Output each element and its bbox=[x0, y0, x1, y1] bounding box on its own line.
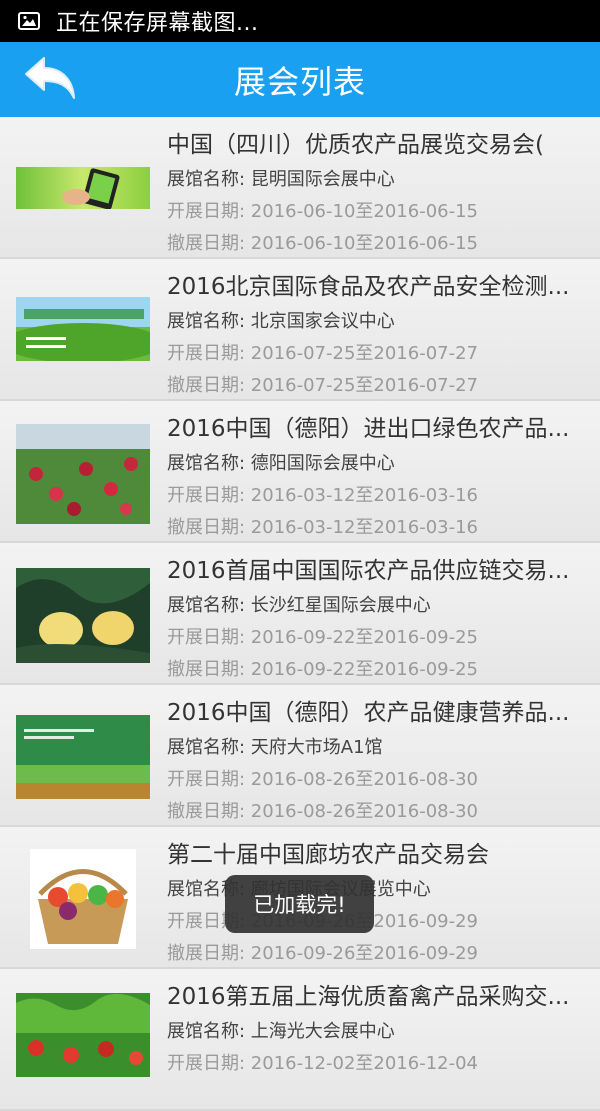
item-venue: 展馆名称: 长沙红星国际会展中心 bbox=[167, 595, 431, 616]
item-venue: 展馆名称: 昆明国际会展中心 bbox=[167, 169, 395, 190]
item-venue: 展馆名称: 上海光大会展中心 bbox=[167, 1021, 395, 1042]
item-thumbnail bbox=[16, 993, 150, 1077]
status-bar: 正在保存屏幕截图... bbox=[0, 0, 600, 42]
item-end-date: 撤展日期: 2016-06-10至2016-06-15 bbox=[167, 233, 479, 254]
page-title: 展会列表 bbox=[233, 62, 366, 101]
image-icon bbox=[18, 12, 40, 30]
list-item[interactable]: 2016中国（德阳）农产品健康营养品... 展馆名称: 天府大市场A1馆 开展日… bbox=[0, 685, 600, 827]
item-end-date: 撤展日期: 2016-08-26至2016-08-30 bbox=[167, 801, 479, 822]
back-button[interactable] bbox=[22, 54, 80, 104]
status-notification-text: 正在保存屏幕截图... bbox=[56, 11, 259, 36]
item-start-date: 开展日期: 2016-06-10至2016-06-15 bbox=[167, 201, 479, 222]
list-item[interactable]: 2016中国（德阳）进出口绿色农产品... 展馆名称: 德阳国际会展中心 开展日… bbox=[0, 401, 600, 543]
item-start-date: 开展日期: 2016-07-25至2016-07-27 bbox=[167, 343, 479, 364]
back-arrow-icon bbox=[25, 57, 75, 99]
item-title: 2016北京国际食品及农产品安全检测... bbox=[167, 274, 570, 300]
item-thumbnail bbox=[16, 167, 150, 209]
item-venue: 展馆名称: 天府大市场A1馆 bbox=[167, 737, 383, 758]
list-item[interactable]: 2016首届中国国际农产品供应链交易... 展馆名称: 长沙红星国际会展中心 开… bbox=[0, 543, 600, 685]
item-title: 第二十届中国廊坊农产品交易会 bbox=[167, 842, 489, 868]
item-thumbnail bbox=[16, 424, 150, 524]
item-end-date: 撤展日期: 2016-09-26至2016-09-29 bbox=[167, 943, 479, 964]
item-start-date: 开展日期: 2016-09-22至2016-09-25 bbox=[167, 627, 479, 648]
item-thumbnail bbox=[16, 715, 150, 799]
item-venue: 展馆名称: 德阳国际会展中心 bbox=[167, 453, 395, 474]
toast-message: 已加载完! bbox=[225, 875, 374, 933]
item-title: 2016中国（德阳）农产品健康营养品... bbox=[167, 700, 570, 726]
list-item[interactable]: 2016北京国际食品及农产品安全检测... 展馆名称: 北京国家会议中心 开展日… bbox=[0, 259, 600, 401]
item-thumbnail bbox=[16, 568, 150, 663]
item-venue: 展馆名称: 北京国家会议中心 bbox=[167, 311, 395, 332]
item-title: 2016首届中国国际农产品供应链交易... bbox=[167, 558, 570, 584]
item-start-date: 开展日期: 2016-12-02至2016-12-04 bbox=[167, 1053, 479, 1074]
item-end-date: 撤展日期: 2016-09-22至2016-09-25 bbox=[167, 659, 479, 680]
list-item[interactable]: 中国（四川）优质农产品展览交易会( 展馆名称: 昆明国际会展中心 开展日期: 2… bbox=[0, 117, 600, 259]
item-start-date: 开展日期: 2016-08-26至2016-08-30 bbox=[167, 769, 479, 790]
item-title: 2016第五届上海优质畜禽产品采购交... bbox=[167, 984, 570, 1010]
item-title: 中国（四川）优质农产品展览交易会( bbox=[167, 132, 544, 158]
title-bar: 展会列表 bbox=[0, 42, 600, 117]
exhibition-list: 中国（四川）优质农产品展览交易会( 展馆名称: 昆明国际会展中心 开展日期: 2… bbox=[0, 117, 600, 1111]
list-item[interactable]: 2016第五届上海优质畜禽产品采购交... 展馆名称: 上海光大会展中心 开展日… bbox=[0, 969, 600, 1111]
item-end-date: 撤展日期: 2016-07-25至2016-07-27 bbox=[167, 375, 479, 396]
item-thumbnail bbox=[16, 297, 150, 361]
item-thumbnail bbox=[30, 849, 136, 949]
item-end-date: 撤展日期: 2016-03-12至2016-03-16 bbox=[167, 517, 479, 538]
item-title: 2016中国（德阳）进出口绿色农产品... bbox=[167, 416, 570, 442]
item-start-date: 开展日期: 2016-03-12至2016-03-16 bbox=[167, 485, 479, 506]
